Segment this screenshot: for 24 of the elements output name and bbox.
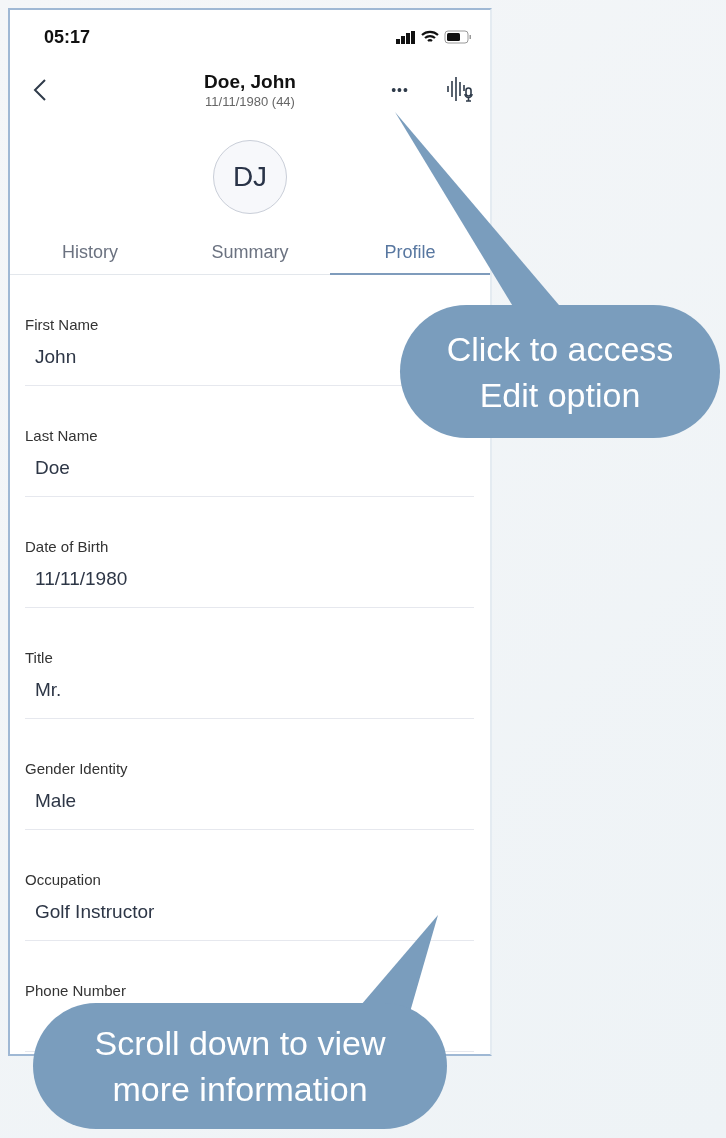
callout-bubble: Click to access Edit option (400, 305, 720, 438)
field-value: Mr. (35, 679, 62, 701)
field-label: First Name (25, 316, 100, 333)
signal-icon (396, 30, 416, 44)
field-value: Male (35, 790, 77, 812)
status-time: 05:17 (44, 26, 91, 48)
avatar: DJ (213, 140, 287, 214)
field-label: Date of Birth (25, 538, 110, 555)
field-value: Doe (35, 457, 70, 479)
field-label: Gender Identity (25, 760, 129, 777)
field-value: John (35, 346, 77, 368)
more-button[interactable]: ••• (387, 78, 413, 102)
field-label: Title (25, 649, 54, 666)
patient-name: Doe, John (204, 71, 296, 93)
battery-icon (444, 30, 472, 44)
tab[interactable]: Summary (170, 231, 330, 275)
field-label: Occupation (25, 871, 102, 888)
wifi-icon (421, 30, 439, 44)
field-value: Golf Instructor (35, 901, 155, 923)
field-value: 11/11/1980 (35, 568, 128, 590)
tab[interactable]: History (10, 231, 170, 275)
patient-birthdate: 11/11/1980 (44) (205, 94, 295, 109)
field-label: Phone Number (25, 982, 127, 999)
field-label: Last Name (25, 427, 99, 444)
